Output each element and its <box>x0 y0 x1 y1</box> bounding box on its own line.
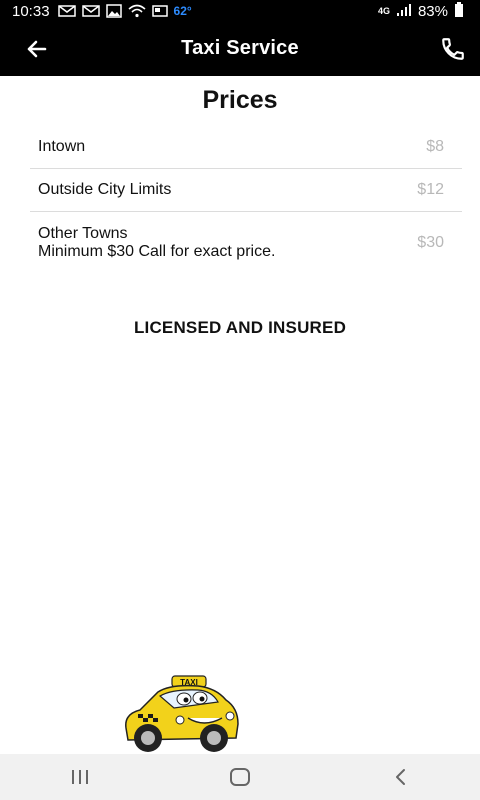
page-title: Taxi Service <box>181 37 299 59</box>
price-item-name: Other Towns Minimum $30 Call for exact p… <box>38 225 275 261</box>
price-item-name: Outside City Limits <box>38 181 171 199</box>
app-bar: Taxi Service <box>0 22 480 76</box>
price-row-intown: Intown $8 <box>30 126 462 169</box>
price-row-outside-city-limits: Outside City Limits $12 <box>30 169 462 212</box>
weather-temperature: 62° <box>173 4 192 18</box>
prices-heading: Prices <box>202 86 278 114</box>
price-item-name-line: Intown <box>38 138 86 155</box>
system-nav-bar <box>0 754 480 800</box>
back-icon[interactable] <box>370 757 430 797</box>
battery-icon <box>454 1 464 21</box>
recent-apps-icon[interactable] <box>50 757 110 797</box>
image-icon <box>105 4 122 18</box>
price-item-name-line: Other Towns <box>38 225 128 242</box>
status-time: 10:33 <box>12 2 50 20</box>
price-item-name: Intown <box>38 138 85 156</box>
battery-percent: 83% <box>417 2 448 20</box>
wifi-icon <box>128 4 146 18</box>
price-list: Intown $8 Outside City Limits $12 Other … <box>30 126 462 274</box>
status-bar: 10:33 62° 4G 83% <box>0 0 480 22</box>
taxi-cartoon-image: TAXI <box>118 670 244 756</box>
home-icon[interactable] <box>210 757 270 797</box>
price-item-value: $30 <box>417 234 444 251</box>
price-item-name-line: Minimum $30 Call for exact price. <box>38 243 276 260</box>
email-icon <box>57 5 76 17</box>
price-item-value: $8 <box>426 138 444 155</box>
price-row-other-towns: Other Towns Minimum $30 Call for exact p… <box>30 212 462 274</box>
network-type: 4G <box>377 6 390 16</box>
news-icon <box>151 4 168 18</box>
phone-icon[interactable] <box>440 36 466 62</box>
price-item-name-line: Outside City Limits <box>38 181 172 198</box>
email-icon <box>81 5 100 17</box>
signal-icon <box>396 3 412 20</box>
price-item-value: $12 <box>417 181 444 198</box>
licensed-insured-text: LICENSED AND INSURED <box>133 318 347 337</box>
